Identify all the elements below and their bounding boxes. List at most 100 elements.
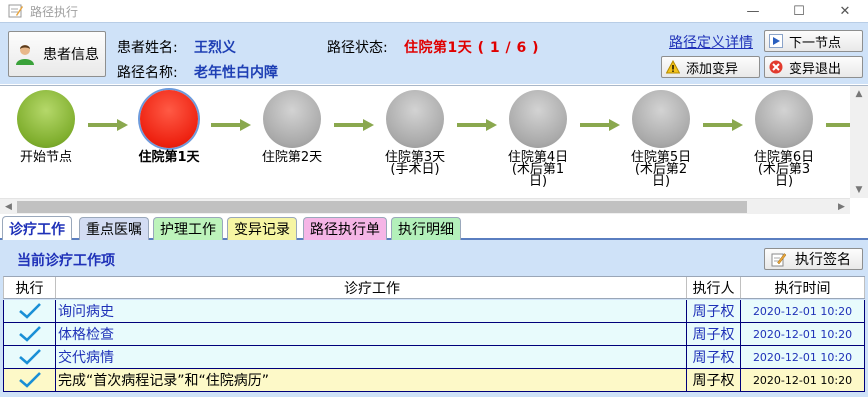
node-label: 住院第2天 — [261, 150, 323, 165]
arrow-icon — [88, 119, 128, 131]
add-variation-label: 添加变异 — [686, 61, 739, 77]
work-cell: 询问病史 — [56, 300, 687, 322]
add-variation-button[interactable]: 添加变异 — [661, 56, 760, 78]
tab-bar: 诊疗工作 重点医嘱 护理工作 变异记录 路径执行单 执行明细 — [0, 214, 868, 241]
work-cell: 交代病情 — [56, 346, 687, 368]
sign-icon — [771, 253, 787, 267]
node-current-icon — [140, 90, 198, 148]
time-cell: 2020-12-01 10:20 — [741, 323, 865, 345]
patient-info-label: 患者信息 — [43, 47, 99, 63]
scroll-up-icon[interactable]: ▲ — [850, 86, 868, 102]
play-icon — [769, 34, 783, 48]
arrow-icon — [457, 119, 497, 131]
work-cell: 体格检查 — [56, 323, 687, 345]
path-flow: 开始节点 住院第1天 住院第2天 住院第3天 (手术日) 住院第4日 (术后第1… — [0, 85, 868, 214]
tab-key-orders[interactable]: 重点医嘱 — [79, 217, 149, 240]
path-status-label: 路径状态: — [327, 40, 388, 56]
minimize-button[interactable]: — — [730, 0, 776, 22]
column-header-time[interactable]: 执行时间 — [741, 277, 865, 298]
exec-checkbox[interactable] — [4, 369, 56, 391]
node-pending-icon — [263, 90, 321, 148]
person-cell: 周子权 — [687, 346, 741, 368]
flow-node[interactable]: 住院第3天 (手术日) — [375, 90, 455, 176]
flow-node[interactable]: 住院第4日 (术后第1 日) — [498, 90, 578, 188]
node-label: 住院第1天 — [138, 150, 200, 165]
column-header-person[interactable]: 执行人 — [687, 277, 741, 298]
tab-variation-records[interactable]: 变异记录 — [227, 217, 297, 240]
node-label: 住院第5日 (术后第2 日) — [630, 150, 692, 189]
variation-exit-button[interactable]: 变异退出 — [764, 56, 863, 78]
work-cell: 完成“首次病程记录”和“住院病历” — [56, 369, 687, 391]
table-row[interactable]: 交代病情 周子权 2020-12-01 10:20 — [3, 346, 865, 369]
path-name-label: 路径名称: — [117, 65, 178, 81]
time-cell: 2020-12-01 10:20 — [741, 346, 865, 368]
tab-nursing-work[interactable]: 护理工作 — [153, 217, 223, 240]
person-cell: 周子权 — [687, 369, 741, 391]
node-label: 住院第4日 (术后第1 日) — [507, 150, 569, 189]
table-row[interactable]: 体格检查 周子权 2020-12-01 10:20 — [3, 323, 865, 346]
flow-node[interactable]: 住院第6日 (术后第3 日) — [744, 90, 824, 188]
time-cell: 2020-12-01 10:20 — [741, 369, 865, 391]
exec-checkbox[interactable] — [4, 323, 56, 345]
variation-exit-label: 变异退出 — [789, 61, 842, 77]
table-row-selected[interactable]: 完成“首次病程记录”和“住院病历” 周子权 2020-12-01 10:20 — [3, 369, 865, 392]
path-status-value: 住院第1天 ( 1 / 6 ) — [404, 40, 540, 56]
person-cell: 周子权 — [687, 300, 741, 322]
next-node-label: 下一节点 — [789, 35, 842, 51]
table-header-row: 执行 诊疗工作 执行人 执行时间 — [3, 276, 865, 299]
tab-path-execution-sheet[interactable]: 路径执行单 — [303, 217, 387, 240]
scroll-right-icon[interactable]: ▶ — [833, 199, 850, 215]
node-label: 住院第6日 (术后第3 日) — [753, 150, 815, 189]
checkmark-icon — [18, 326, 41, 342]
node-pending-icon — [386, 90, 444, 148]
tab-treatment-work[interactable]: 诊疗工作 — [2, 216, 72, 241]
column-header-work[interactable]: 诊疗工作 — [56, 277, 687, 298]
node-pending-icon — [755, 90, 813, 148]
arrow-icon — [703, 119, 743, 131]
checkmark-icon — [18, 349, 41, 365]
node-label: 住院第3天 (手术日) — [384, 150, 446, 177]
patient-name-label: 患者姓名: — [117, 40, 178, 56]
path-definition-link[interactable]: 路径定义详情 — [669, 32, 753, 52]
flow-node[interactable]: 住院第2天 — [252, 90, 332, 164]
section-title: 当前诊疗工作项 — [17, 253, 115, 269]
checkmark-icon — [18, 303, 41, 319]
scroll-down-icon[interactable]: ▼ — [850, 182, 868, 198]
time-cell: 2020-12-01 10:20 — [741, 300, 865, 322]
arrow-icon — [211, 119, 251, 131]
person-cell: 周子权 — [687, 323, 741, 345]
exec-checkbox[interactable] — [4, 346, 56, 368]
treatment-work-panel: 当前诊疗工作项 执行签名 执行 诊疗工作 执行人 执行时间 询问病史 周子权 2… — [0, 240, 868, 397]
execute-sign-label: 执行签名 — [795, 252, 851, 268]
maximize-button[interactable]: ☐ — [776, 0, 822, 22]
arrow-icon — [580, 119, 620, 131]
flow-node[interactable]: 住院第1天 — [129, 90, 209, 164]
warning-icon — [666, 60, 680, 74]
vertical-scrollbar[interactable]: ▲ ▼ — [850, 86, 868, 198]
user-icon — [16, 45, 34, 65]
node-done-icon — [17, 90, 75, 148]
tab-execution-details[interactable]: 执行明细 — [391, 217, 461, 240]
scroll-left-icon[interactable]: ◀ — [0, 199, 17, 215]
node-label: 开始节点 — [19, 150, 72, 165]
column-header-exec[interactable]: 执行 — [4, 277, 56, 298]
path-name-value: 老年性白内障 — [194, 65, 278, 81]
close-button[interactable]: ✕ — [822, 0, 868, 22]
title-bar: 路径执行 — ☐ ✕ — [0, 0, 868, 22]
flow-node[interactable]: 开始节点 — [6, 90, 86, 164]
flow-node[interactable]: 住院第5日 (术后第2 日) — [621, 90, 701, 188]
cancel-icon — [769, 60, 783, 74]
table-row[interactable]: 询问病史 周子权 2020-12-01 10:20 — [3, 300, 865, 323]
scroll-thumb[interactable] — [17, 201, 747, 213]
exec-checkbox[interactable] — [4, 300, 56, 322]
header-panel: 患者信息 患者姓名: 王烈义 路径名称: 老年性白内障 路径状态: 住院第1天 … — [0, 22, 868, 84]
execute-sign-button[interactable]: 执行签名 — [764, 248, 863, 270]
patient-info-button[interactable]: 患者信息 — [8, 31, 106, 77]
horizontal-scrollbar[interactable]: ◀ ▶ — [0, 198, 850, 214]
checkmark-icon — [18, 372, 41, 388]
window-title: 路径执行 — [30, 4, 79, 19]
arrow-icon — [826, 123, 850, 127]
next-node-button[interactable]: 下一节点 — [764, 30, 863, 52]
arrow-icon — [334, 119, 374, 131]
node-pending-icon — [632, 90, 690, 148]
